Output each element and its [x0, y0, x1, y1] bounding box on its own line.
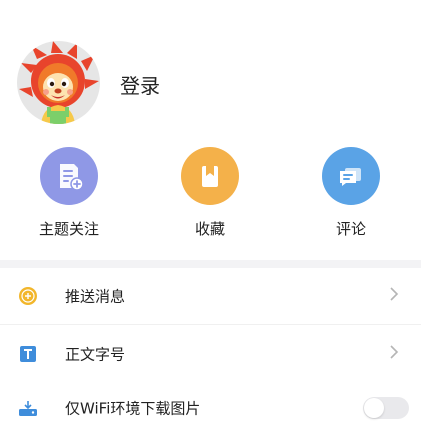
favorites-button[interactable]: 收藏	[160, 147, 260, 247]
favorites-label: 收藏	[194, 220, 225, 238]
font-size-label: 正文字号	[65, 345, 126, 364]
comments-label: 评论	[335, 220, 366, 238]
shortcut-bar: 主题关注 收藏 评论	[0, 147, 421, 247]
row-divider	[0, 324, 421, 325]
wifi-only-images-label: 仅WiFi环境下载图片	[65, 399, 201, 418]
lion-mascot-icon	[19, 41, 99, 124]
chevron-right-icon	[389, 286, 399, 306]
settings-row-push-messages[interactable]: 推送消息	[0, 268, 421, 324]
settings-row-wifi-only-images[interactable]: 仅WiFi环境下载图片	[0, 380, 421, 436]
subscribe-topics-button[interactable]: 主题关注	[19, 147, 119, 247]
toggle-knob	[364, 398, 384, 418]
subscribe-topics-label: 主题关注	[38, 220, 99, 238]
comment-icon	[322, 147, 380, 205]
chevron-right-icon	[389, 344, 399, 364]
avatar[interactable]	[17, 41, 100, 124]
subscribe-doc-icon	[40, 147, 98, 205]
push-messages-label: 推送消息	[65, 287, 126, 306]
wifi-only-images-toggle[interactable]	[363, 397, 409, 419]
comments-button[interactable]: 评论	[301, 147, 401, 247]
font-size-icon	[17, 343, 39, 365]
settings-row-font-size[interactable]: 正文字号	[0, 326, 421, 382]
push-message-icon	[17, 285, 39, 307]
section-divider	[0, 260, 421, 268]
login-link[interactable]: 登录	[120, 70, 160, 99]
bookmark-icon	[181, 147, 239, 205]
wifi-download-icon	[17, 397, 39, 419]
